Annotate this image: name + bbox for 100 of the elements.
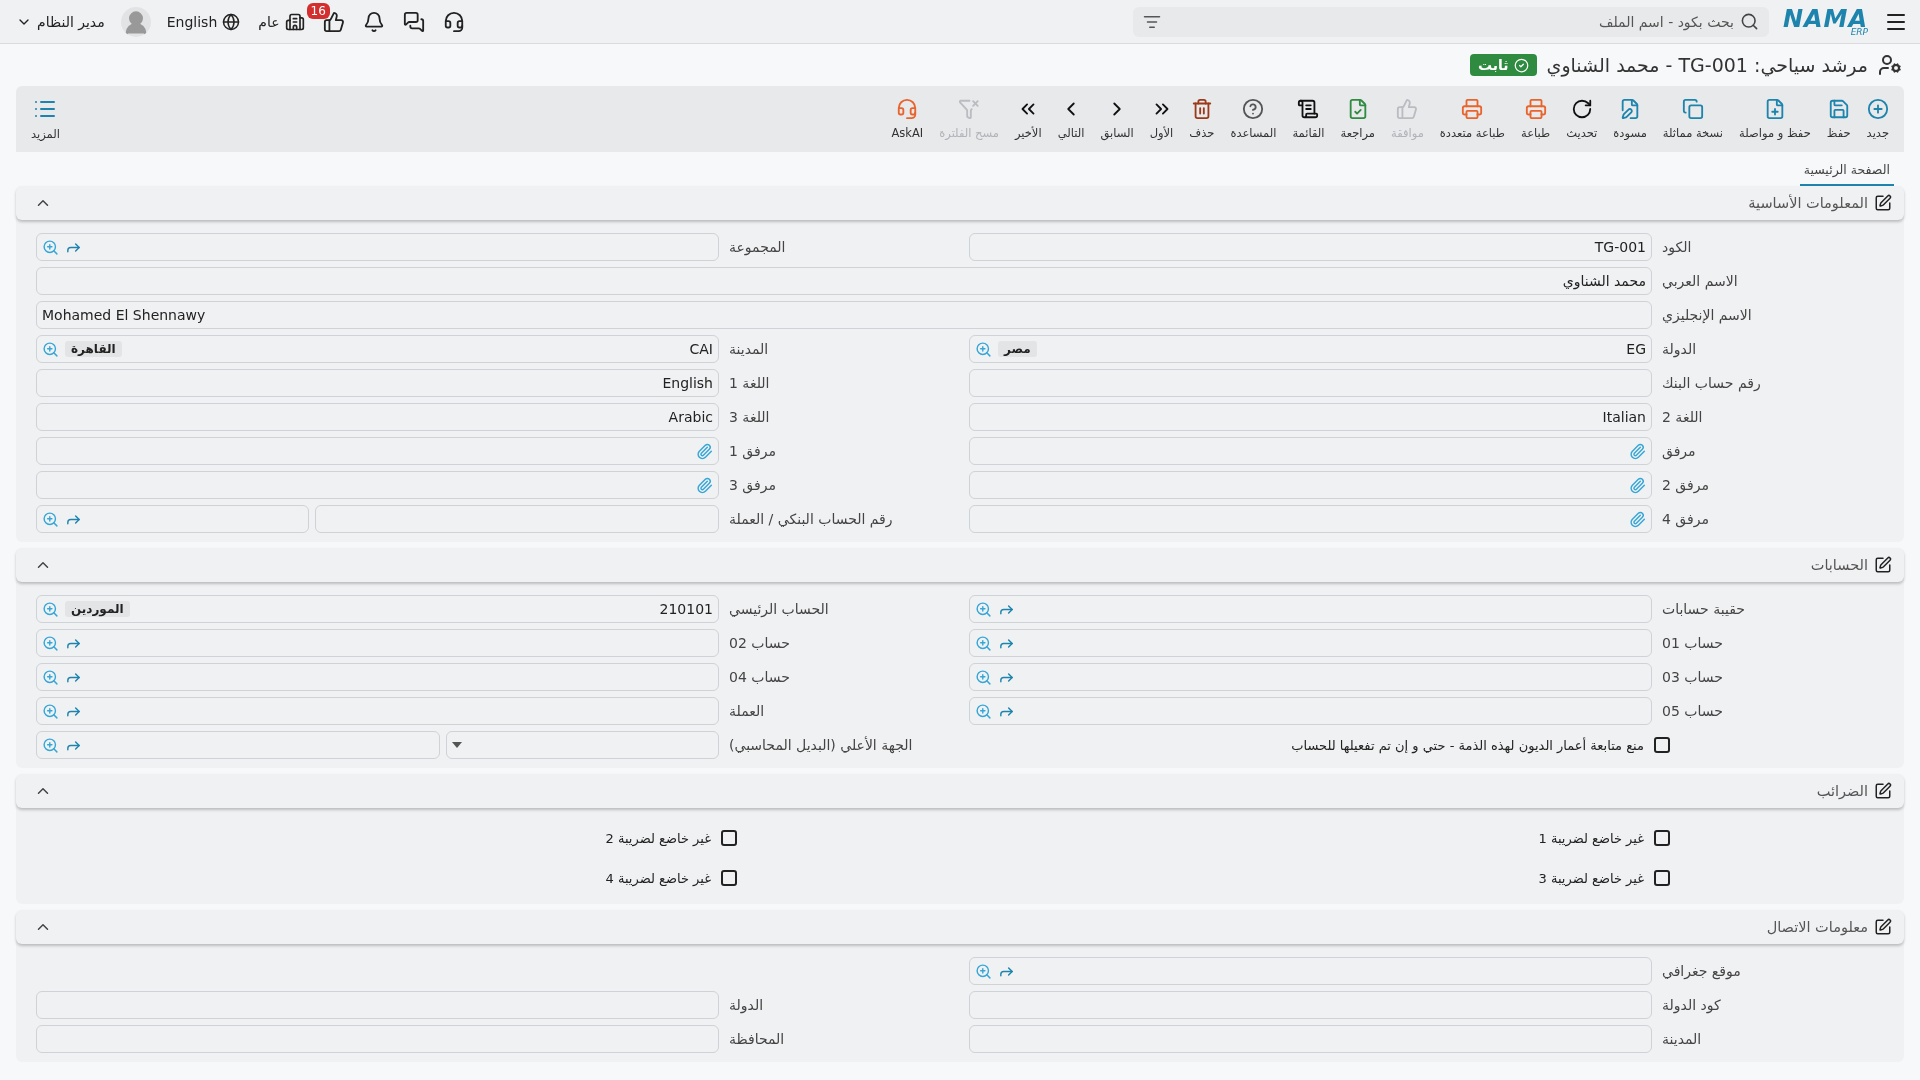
input-field[interactable]: Arabic [36, 403, 719, 431]
lookup-field[interactable] [36, 629, 719, 657]
search-plus-icon[interactable] [42, 510, 59, 528]
search-plus-icon[interactable] [975, 668, 992, 686]
page-title: مرشد سياحي: TG-001 - محمد الشناوي [1546, 54, 1868, 76]
section-title: الحسابات [1810, 556, 1892, 574]
search-plus-icon[interactable] [975, 962, 992, 980]
more-button[interactable]: المزيد [24, 93, 67, 145]
input-field[interactable] [315, 505, 719, 533]
attachment-field[interactable] [969, 471, 1652, 499]
search-plus-icon[interactable] [42, 238, 59, 256]
attachment-field[interactable] [36, 437, 719, 465]
toolbar-button[interactable]: الأول [1142, 94, 1181, 144]
lookup-field[interactable] [36, 731, 440, 759]
field-label: حساب 04 [729, 669, 791, 685]
toolbar-button[interactable]: حذف [1182, 94, 1222, 144]
search-plus-icon[interactable] [975, 600, 992, 618]
section-title: معلومات الاتصال [1766, 918, 1892, 936]
language-selector[interactable]: English [164, 10, 243, 33]
paperclip-icon[interactable] [1629, 510, 1646, 528]
attachment-field[interactable] [969, 437, 1652, 465]
checkbox[interactable] [721, 870, 737, 886]
section-header[interactable]: معلومات الاتصال [16, 910, 1904, 944]
checkbox[interactable] [721, 830, 737, 846]
lookup-field[interactable] [969, 957, 1652, 985]
toolbar-button[interactable]: نسخة مماثلة [1655, 94, 1730, 144]
search-plus-icon[interactable] [42, 736, 59, 754]
company-selector[interactable]: عام [256, 9, 307, 34]
toolbar-button[interactable]: السابق [1093, 94, 1141, 144]
search-plus-icon[interactable] [42, 340, 59, 358]
lookup-field[interactable] [36, 505, 310, 533]
section-title: المعلومات الأساسية [1748, 194, 1892, 212]
lookup-field[interactable] [969, 629, 1652, 657]
avatar[interactable] [120, 6, 151, 37]
printer-icon [1524, 98, 1547, 120]
toolbar-button[interactable]: مراجعة [1333, 94, 1383, 144]
search-plus-icon[interactable] [42, 668, 59, 686]
paperclip-icon[interactable] [1629, 442, 1646, 460]
toolbar-button[interactable]: حفظ [1819, 94, 1858, 144]
checkbox-label[interactable]: منع متابعة أعمار الديون لهذه الذمة - حتي و إن تم تفعيلها للحساب [969, 737, 1892, 753]
toolbar-button[interactable]: حفظ و مواصلة [1732, 94, 1818, 144]
search-plus-icon[interactable] [42, 634, 59, 652]
section-header[interactable]: المعلومات الأساسية [16, 186, 1904, 220]
paperclip-icon[interactable] [1629, 476, 1646, 494]
paperclip-icon[interactable] [696, 442, 713, 460]
attachment-field[interactable] [969, 505, 1652, 533]
toolbar-button[interactable]: الأخير [1007, 94, 1049, 144]
checkbox-label[interactable]: غير خاضع لضريبة 1 [969, 830, 1892, 846]
field-label: حساب 01 [1662, 635, 1724, 651]
input-field[interactable]: TG-001 [969, 233, 1652, 261]
caret-icon[interactable] [451, 742, 462, 748]
toolbar-button[interactable]: AskAI [884, 94, 931, 144]
input-field[interactable]: محمد الشناوي [36, 267, 1652, 295]
section-title: الضرائب [1816, 782, 1892, 800]
search-plus-icon[interactable] [975, 702, 992, 720]
input-field[interactable]: Mohamed El Shennawy [36, 301, 1652, 329]
input-field[interactable]: Italian [969, 403, 1652, 431]
toolbar-button[interactable]: مسودة [1606, 94, 1654, 144]
lookup-field[interactable] [969, 697, 1652, 725]
lookup-field[interactable] [36, 697, 719, 725]
toolbar-button[interactable]: التالي [1050, 94, 1092, 144]
toolbar-button[interactable]: تحديث [1559, 94, 1605, 144]
attachment-field[interactable] [36, 471, 719, 499]
section-header[interactable]: الحسابات [16, 548, 1904, 582]
lookup-field[interactable] [36, 663, 719, 691]
filter-off-icon [958, 98, 981, 120]
field-label: الحساب الرئيسي [729, 601, 830, 617]
checkbox-label[interactable]: غير خاضع لضريبة 2 [36, 830, 959, 846]
search-field[interactable]: بحث بكود - اسم الملف [1132, 6, 1769, 37]
section-header[interactable]: الضرائب [16, 774, 1904, 808]
input-field[interactable] [969, 369, 1652, 397]
toolbar-button[interactable]: طباعة [1514, 94, 1558, 144]
paperclip-icon[interactable] [696, 476, 713, 494]
search-plus-icon[interactable] [975, 634, 992, 652]
checkbox[interactable] [1654, 737, 1670, 753]
toolbar-button[interactable]: طباعة متعددة [1432, 94, 1512, 144]
input-field[interactable]: English [36, 369, 719, 397]
lookup-field[interactable] [969, 595, 1652, 623]
toolbar-button[interactable]: القائمة [1285, 94, 1332, 144]
user-menu[interactable]: مدير النظام [14, 11, 107, 32]
search-plus-icon[interactable] [42, 600, 59, 618]
toolbar-button[interactable]: المساعدة [1223, 94, 1284, 144]
lookup-field[interactable] [36, 233, 719, 261]
input-field[interactable] [36, 991, 719, 1019]
field-label: مرفق [1662, 443, 1697, 459]
dropdown-field[interactable] [445, 731, 719, 759]
checkbox-label[interactable]: غير خاضع لضريبة 3 [969, 870, 1892, 886]
notification-badge: 16 [306, 2, 330, 19]
search-plus-icon[interactable] [975, 340, 992, 358]
toolbar-button[interactable]: جديد [1859, 94, 1896, 144]
input-field[interactable] [969, 991, 1652, 1019]
thumbs-up-icon [1396, 98, 1419, 120]
checkbox[interactable] [1654, 870, 1670, 886]
input-field[interactable] [36, 1025, 719, 1053]
checkbox-label[interactable]: غير خاضع لضريبة 4 [36, 870, 959, 886]
field-label: حساب 05 [1662, 703, 1724, 719]
lookup-field[interactable] [969, 663, 1652, 691]
search-plus-icon[interactable] [42, 702, 59, 720]
checkbox[interactable] [1654, 830, 1670, 846]
input-field[interactable] [969, 1025, 1652, 1053]
